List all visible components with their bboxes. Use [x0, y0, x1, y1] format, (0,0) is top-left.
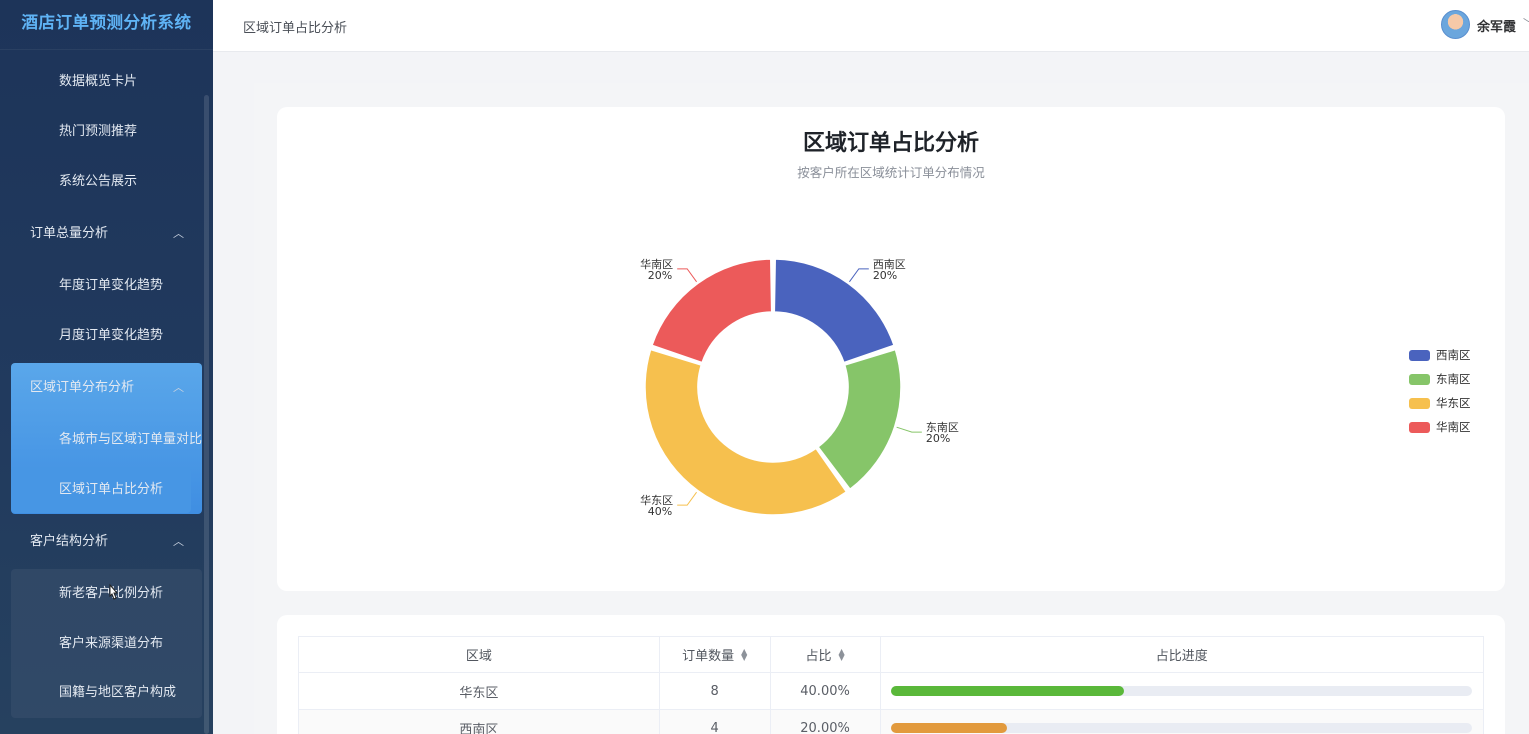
- label-line: [896, 426, 922, 433]
- label-line: [677, 268, 697, 283]
- legend-label: 西南区: [1436, 348, 1471, 362]
- legend-label: 华南区: [1436, 420, 1471, 434]
- progress-fill: [891, 723, 1008, 733]
- slice-percent-label: 20%: [648, 269, 672, 282]
- table-row[interactable]: 华东区 8 40.00%: [299, 673, 1484, 710]
- cell-percent: 20.00%: [771, 710, 881, 734]
- legend-item[interactable]: 华东区: [1409, 391, 1471, 415]
- column-header-percent[interactable]: 占比 ▲ ▼: [771, 637, 881, 672]
- sidebar-group-label: 客户结构分析: [30, 534, 109, 549]
- sidebar-item-announcements[interactable]: 系统公告展示: [0, 157, 204, 207]
- sidebar-item-nationality[interactable]: 国籍与地区客户构成: [0, 668, 204, 718]
- table-card: 区域 订单数量 ▲ ▼ 占比 ▲ ▼ 占比进度 华东区 8 40.00% 西南区 4: [277, 615, 1505, 734]
- table-header-row: 区域 订单数量 ▲ ▼ 占比 ▲ ▼ 占比进度: [299, 637, 1484, 673]
- sidebar-group-customer[interactable]: 客户结构分析 ︿: [0, 517, 204, 567]
- region-table: 区域 订单数量 ▲ ▼ 占比 ▲ ▼ 占比进度 华东区 8 40.00% 西南区 4: [298, 636, 1484, 734]
- label-line: [849, 268, 869, 283]
- cell-count: 8: [660, 673, 771, 709]
- legend-swatch: [1409, 349, 1430, 361]
- chevron-down-icon[interactable]: ﹀: [1523, 15, 1529, 31]
- slice-percent-label: 20%: [926, 432, 950, 445]
- chevron-up-icon: ︿: [173, 535, 184, 548]
- sidebar-group-label: 区域订单分布分析: [30, 380, 135, 395]
- breadcrumb[interactable]: 区域订单占比分析: [243, 17, 347, 36]
- sidebar-item-source-channel[interactable]: 客户来源渠道分布: [0, 619, 204, 669]
- chevron-up-icon: ︿: [173, 227, 184, 240]
- avatar[interactable]: [1441, 10, 1470, 39]
- legend-label: 东南区: [1436, 372, 1471, 386]
- sidebar-scrollbar[interactable]: [204, 95, 209, 734]
- progress-bar: [891, 686, 1473, 696]
- sidebar-item-city-compare[interactable]: 各城市与区域订单量对比: [0, 415, 204, 465]
- column-header-count[interactable]: 订单数量 ▲ ▼: [660, 637, 771, 672]
- progress-bar: [891, 723, 1473, 733]
- slice-percent-label: 40%: [648, 505, 672, 518]
- sidebar-item-new-old-ratio[interactable]: 新老客户比例分析: [0, 569, 204, 619]
- pie-slice[interactable]: [644, 348, 848, 516]
- label-line: [677, 491, 697, 506]
- cell-region: 华东区: [299, 673, 660, 709]
- cell-progress: [881, 673, 1484, 709]
- progress-fill: [891, 686, 1124, 696]
- legend-item[interactable]: 东南区: [1409, 367, 1471, 391]
- app-title: 酒店订单预测分析系统: [0, 0, 213, 50]
- sort-icon[interactable]: ▲ ▼: [838, 647, 844, 661]
- legend-swatch: [1409, 421, 1430, 433]
- legend-swatch: [1409, 373, 1430, 385]
- cell-count: 4: [660, 710, 771, 734]
- column-header-label: 订单数量: [682, 649, 735, 664]
- cell-percent: 40.00%: [771, 673, 881, 709]
- column-header-region: 区域: [299, 637, 660, 672]
- sidebar-item-region-share[interactable]: 区域订单占比分析: [0, 465, 204, 515]
- legend-item[interactable]: 西南区: [1409, 343, 1471, 367]
- cell-progress: [881, 710, 1484, 734]
- chevron-up-icon: ︿: [173, 381, 184, 394]
- mouse-pointer-icon: [109, 583, 119, 600]
- table-row[interactable]: 西南区 4 20.00%: [299, 710, 1484, 734]
- sidebar-item-yearly-trend[interactable]: 年度订单变化趋势: [0, 261, 204, 311]
- sidebar-group-order-total[interactable]: 订单总量分析 ︿: [0, 209, 204, 259]
- legend-swatch: [1409, 397, 1430, 409]
- legend-label: 华东区: [1436, 396, 1471, 410]
- cell-region: 西南区: [299, 710, 660, 734]
- top-bar: 区域订单占比分析 余军霞 ﹀: [213, 0, 1529, 52]
- user-name[interactable]: 余军霞: [1477, 16, 1516, 35]
- column-header-progress: 占比进度: [881, 637, 1484, 672]
- legend-item[interactable]: 华南区: [1409, 415, 1471, 439]
- chart-legend: 西南区东南区华东区华南区: [1409, 343, 1471, 439]
- donut-chart: 西南区20%东南区20%华东区40%华南区20%: [640, 257, 959, 518]
- sidebar: 酒店订单预测分析系统 数据概览卡片 热门预测推荐 系统公告展示 订单总量分析 ︿…: [0, 0, 213, 734]
- sidebar-item-data-overview[interactable]: 数据概览卡片: [0, 57, 204, 107]
- sidebar-item-hot-predictions[interactable]: 热门预测推荐: [0, 107, 204, 157]
- slice-percent-label: 20%: [873, 269, 897, 282]
- column-header-label: 占比: [805, 649, 832, 664]
- sort-icon[interactable]: ▲ ▼: [741, 647, 747, 661]
- chart-card: 区域订单占比分析 按客户所在区域统计订单分布情况 西南区 20% 东南区 20% 华东区…: [277, 107, 1505, 591]
- sidebar-group-region[interactable]: 区域订单分布分析 ︿: [0, 363, 204, 413]
- sidebar-group-label: 订单总量分析: [30, 226, 109, 241]
- sidebar-item-monthly-trend[interactable]: 月度订单变化趋势: [0, 311, 204, 361]
